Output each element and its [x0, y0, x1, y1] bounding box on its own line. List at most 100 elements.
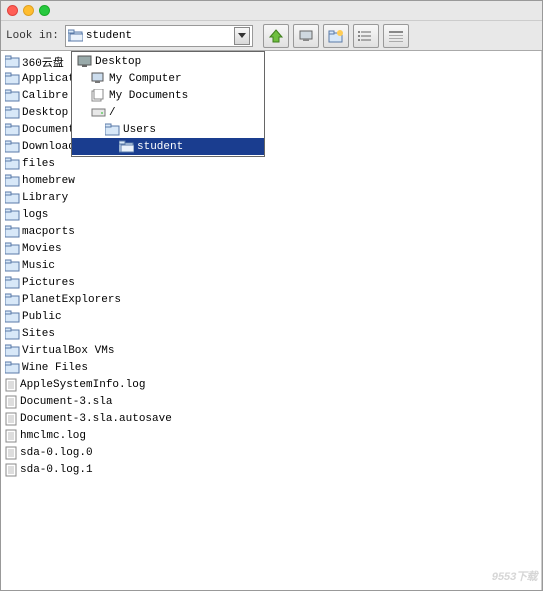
file-name: Pictures: [22, 277, 75, 289]
list-item[interactable]: Pictures: [5, 274, 537, 291]
folder-icon: [5, 344, 20, 357]
file-name: Download: [22, 141, 75, 153]
file-icon: [5, 395, 18, 409]
list-item[interactable]: Library: [5, 189, 537, 206]
body-area: 360云盘 Applicat Calibre Desktop Document Downl…: [1, 51, 542, 590]
file-dialog-window: Look in: student 360云盘ApplicatCalibreDes…: [0, 0, 543, 591]
dropdown-item-label: Users: [123, 124, 156, 136]
file-icon: [5, 412, 18, 426]
folder-icon: [5, 191, 20, 204]
desktop-icon: [77, 55, 92, 68]
list-item[interactable]: Public: [5, 308, 537, 325]
folder-icon: [5, 310, 20, 323]
file-name: hmclmc.log: [20, 430, 86, 442]
look-in-dropdown[interactable]: Desktop My Computer My Documents / Users stud…: [71, 51, 265, 157]
file-icon: [5, 463, 18, 477]
file-name: Document-3.sla: [20, 396, 112, 408]
folder-icon: [5, 106, 20, 119]
folder-open-icon: [68, 29, 83, 42]
list-item[interactable]: PlanetExplorers: [5, 291, 537, 308]
list-item[interactable]: Movies: [5, 240, 537, 257]
file-name: VirtualBox VMs: [22, 345, 114, 357]
folder-icon: [5, 259, 20, 272]
new-folder-button[interactable]: [323, 24, 349, 48]
dropdown-item-label: My Computer: [109, 73, 182, 85]
look-in-label: Look in:: [6, 30, 59, 42]
details-view-button[interactable]: [383, 24, 409, 48]
file-name: Music: [22, 260, 55, 272]
list-item[interactable]: Sites: [5, 325, 537, 342]
list-item[interactable]: AppleSystemInfo.log: [5, 376, 537, 393]
documents-icon: [91, 89, 106, 102]
look-in-combo[interactable]: student: [65, 25, 253, 47]
minimize-window-button[interactable]: [23, 5, 34, 16]
file-name: Sites: [22, 328, 55, 340]
file-name: sda-0.log.0: [20, 447, 93, 459]
folder-icon: [5, 361, 20, 374]
folder-icon: [5, 157, 20, 170]
dropdown-toggle[interactable]: [234, 27, 250, 45]
file-name: Document-3.sla.autosave: [20, 413, 172, 425]
folder-icon: [5, 293, 20, 306]
folder-icon: [5, 123, 20, 136]
folder-icon: [5, 225, 20, 238]
list-item[interactable]: hmclmc.log: [5, 427, 537, 444]
file-icon: [5, 378, 18, 392]
folder-icon: [5, 242, 20, 255]
list-item[interactable]: homebrew: [5, 172, 537, 189]
list-item[interactable]: VirtualBox VMs: [5, 342, 537, 359]
dropdown-item[interactable]: My Documents: [74, 87, 262, 104]
watermark: 9553下载: [492, 564, 537, 585]
list-view-button[interactable]: [353, 24, 379, 48]
list-view-icon: [358, 29, 374, 43]
list-item[interactable]: files: [5, 155, 537, 172]
folder-icon: [5, 89, 20, 102]
folder-icon: [5, 72, 20, 85]
folder-icon: [5, 55, 20, 68]
list-item[interactable]: Wine Files: [5, 359, 537, 376]
close-window-button[interactable]: [7, 5, 18, 16]
list-item[interactable]: sda-0.log.1: [5, 461, 537, 478]
file-name: Applicat: [22, 73, 75, 85]
dropdown-item[interactable]: Users: [74, 121, 262, 138]
dropdown-item[interactable]: student: [72, 138, 264, 155]
up-button[interactable]: [263, 24, 289, 48]
details-view-icon: [388, 29, 404, 43]
dropdown-item[interactable]: Desktop: [74, 53, 262, 70]
desktop-icon: [298, 29, 314, 43]
desktop-button[interactable]: [293, 24, 319, 48]
dropdown-item[interactable]: /: [74, 104, 262, 121]
file-name: 360云盘: [22, 54, 64, 70]
file-name: Movies: [22, 243, 62, 255]
file-name: Calibre: [22, 90, 68, 102]
file-name: sda-0.log.1: [20, 464, 93, 476]
folder-icon: [5, 174, 20, 187]
new-folder-icon: [328, 29, 344, 43]
list-item[interactable]: sda-0.log.0: [5, 444, 537, 461]
file-name: Document: [22, 124, 75, 136]
dropdown-item-label: /: [109, 107, 116, 119]
chevron-down-icon: [238, 33, 246, 39]
file-name: Library: [22, 192, 68, 204]
drive-icon: [91, 106, 106, 119]
arrow-up-icon: [268, 28, 284, 44]
file-name: logs: [22, 209, 48, 221]
computer-icon: [91, 72, 106, 85]
list-item[interactable]: Document-3.sla: [5, 393, 537, 410]
file-name: files: [22, 158, 55, 170]
file-name: Public: [22, 311, 62, 323]
dropdown-item-label: Desktop: [95, 56, 141, 68]
dropdown-item[interactable]: My Computer: [74, 70, 262, 87]
dropdown-item-label: student: [137, 141, 183, 153]
list-item[interactable]: macports: [5, 223, 537, 240]
dropdown-item-label: My Documents: [109, 90, 188, 102]
list-item[interactable]: logs: [5, 206, 537, 223]
file-icon: [5, 429, 18, 443]
file-name: PlanetExplorers: [22, 294, 121, 306]
folder-icon: [105, 123, 120, 136]
look-in-value: student: [86, 30, 234, 42]
folder-icon: [5, 276, 20, 289]
maximize-window-button[interactable]: [39, 5, 50, 16]
list-item[interactable]: Document-3.sla.autosave: [5, 410, 537, 427]
list-item[interactable]: Music: [5, 257, 537, 274]
